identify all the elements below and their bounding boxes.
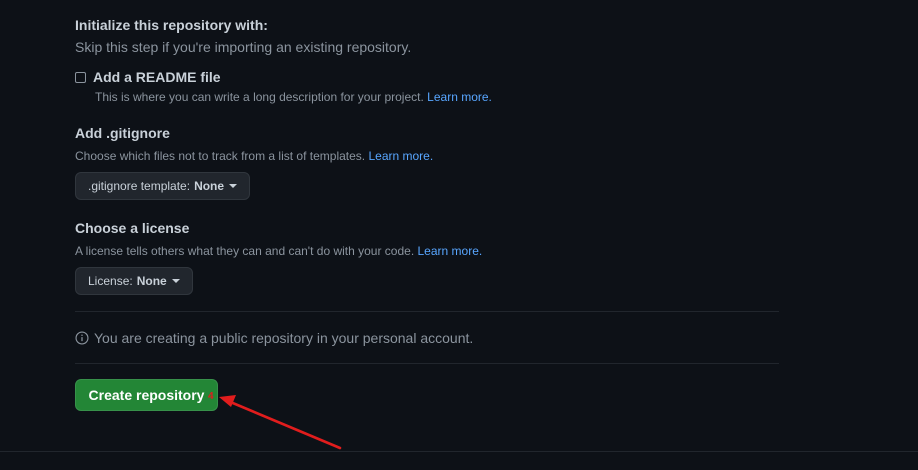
annotation-arrow-icon xyxy=(219,395,342,450)
create-repository-form: Initialize this repository with: Skip th… xyxy=(0,0,918,470)
footer-divider xyxy=(0,451,918,452)
